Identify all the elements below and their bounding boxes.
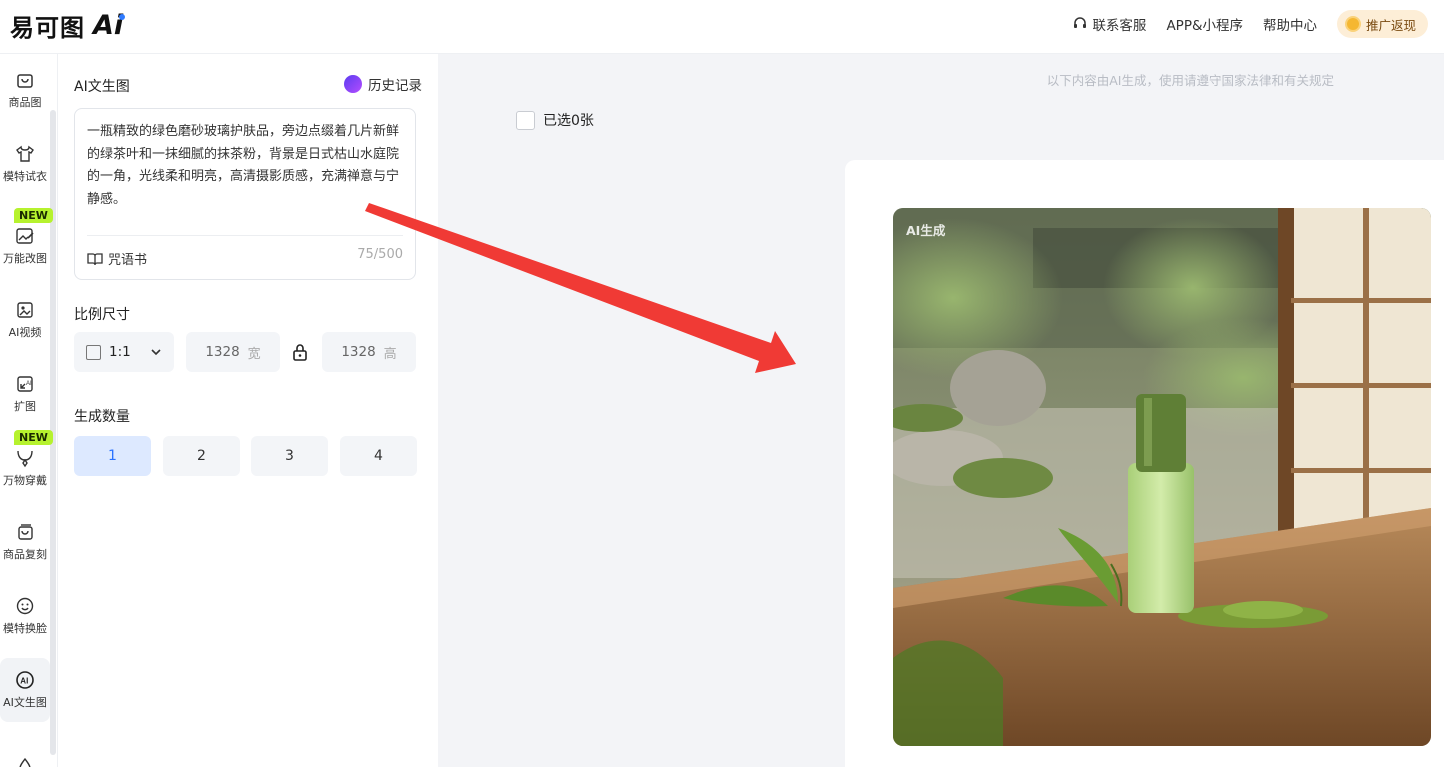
top-bar: 易可图 Ai 联系客服 APP&小程序 帮助中心 推广返现: [0, 0, 1444, 54]
sidebar-item-label: 商品复刻: [3, 548, 47, 561]
chevron-down-icon: [151, 349, 161, 356]
sidebar-item-label: 扩图: [14, 400, 36, 413]
sidebar-item-face-swap[interactable]: 模特换脸: [0, 584, 50, 648]
edit-image-icon: [16, 228, 34, 244]
height-input[interactable]: 1328 高: [322, 332, 416, 372]
sidebar-item-more[interactable]: [0, 734, 50, 767]
necklace-icon: [17, 450, 33, 468]
shirt-icon: [16, 145, 34, 162]
history-icon: [344, 75, 362, 93]
sidebar-item-label: AI文生图: [3, 696, 47, 709]
sidebar-item-product[interactable]: 商品图: [0, 58, 50, 122]
face-icon: [16, 597, 34, 615]
ai-notice: 以下内容由AI生成，使用请遵守国家法律和有关规定: [1046, 73, 1334, 88]
copy-bag-icon: [18, 524, 33, 540]
promo-button[interactable]: 推广返现: [1336, 10, 1428, 38]
sidebar-item-label: AI视频: [8, 326, 42, 339]
prompt-text[interactable]: 一瓶精致的绿色磨砂玻璃护肤品，旁边点缀着几片新鲜的绿茶叶和一抹细腻的抹茶粉，背景…: [87, 121, 405, 211]
history-button[interactable]: 历史记录: [344, 74, 422, 94]
coin-icon: [1344, 16, 1361, 32]
expand-icon: AI: [17, 376, 33, 392]
logo-ai: Ai: [93, 10, 126, 41]
square-ratio-icon: [86, 344, 101, 360]
sidebar-item-label: 模特换脸: [3, 622, 47, 635]
height-unit: 高: [383, 346, 397, 362]
top-nav: 联系客服 APP&小程序 帮助中心 推广返现: [1072, 10, 1428, 38]
generated-image[interactable]: AI生成: [893, 208, 1431, 746]
book-icon: [87, 252, 103, 265]
sidebar-item-wearables[interactable]: 万物穿戴: [0, 436, 50, 500]
sidebar-item-product-copy[interactable]: 商品复刻: [0, 510, 50, 574]
count-option-3[interactable]: 3: [251, 436, 328, 476]
width-unit: 宽: [247, 346, 261, 362]
promo-label: 推广返现: [1365, 17, 1416, 33]
divider: [87, 235, 403, 236]
support-label: 联系客服: [1092, 18, 1147, 34]
ratio-value: 1:1: [109, 344, 131, 360]
sidebar: 商品图 模特试衣 NEW 万能改图 AI视频 AI 扩图 NEW 万物穿戴 商品…: [0, 54, 58, 767]
app-label: APP&小程序: [1166, 18, 1243, 34]
support-link[interactable]: 联系客服: [1072, 14, 1146, 34]
video-icon: [17, 302, 33, 318]
selected-count: 已选0张: [543, 113, 594, 129]
sidebar-item-label: 万能改图: [3, 252, 47, 265]
result-card: AI生成: [845, 160, 1444, 767]
help-link[interactable]: 帮助中心: [1263, 14, 1317, 34]
ai-text-image-icon: AI: [16, 671, 34, 689]
height-value: 1328: [341, 344, 376, 360]
drop-icon: [19, 757, 31, 767]
history-label: 历史记录: [368, 78, 422, 94]
logo-text: 易可图: [10, 14, 85, 42]
headset-icon: [1074, 17, 1087, 28]
count-option-1[interactable]: 1: [74, 436, 151, 476]
count-option-4[interactable]: 4: [340, 436, 417, 476]
spellbook-button[interactable]: 咒语书: [87, 249, 147, 268]
ratio-label: 比例尺寸: [74, 307, 130, 323]
ratio-select[interactable]: 1:1: [74, 332, 174, 372]
bag-icon: [17, 74, 33, 88]
generation-panel: AI文生图 历史记录 一瓶精致的绿色磨砂玻璃护肤品，旁边点缀着几片新鲜的绿茶叶和…: [58, 54, 438, 767]
select-checkbox[interactable]: [516, 110, 535, 130]
select-all[interactable]: 已选0张: [516, 110, 594, 130]
count-label: 生成数量: [74, 409, 130, 425]
ai-generated-tag: AI生成: [906, 223, 946, 238]
svg-text:AI: AI: [20, 677, 28, 686]
sidebar-item-edit[interactable]: 万能改图: [0, 214, 50, 278]
sidebar-item-model-tryon[interactable]: 模特试衣: [0, 132, 50, 196]
spellbook-label: 咒语书: [108, 253, 148, 268]
svg-text:AI: AI: [26, 381, 32, 387]
sidebar-item-expand[interactable]: AI 扩图: [0, 362, 50, 426]
width-value: 1328: [205, 344, 240, 360]
app-link[interactable]: APP&小程序: [1166, 14, 1243, 34]
results-area: 以下内容由AI生成，使用请遵守国家法律和有关规定 已选0张 AI生成: [438, 54, 1444, 767]
sidebar-item-label: 模特试衣: [3, 170, 47, 183]
lock-icon[interactable]: [290, 342, 310, 362]
sidebar-item-ai-text-image[interactable]: AI AI文生图: [0, 658, 50, 722]
help-label: 帮助中心: [1262, 18, 1317, 34]
sidebar-item-label: 万物穿戴: [3, 474, 47, 487]
count-option-2[interactable]: 2: [163, 436, 240, 476]
product-photo: [893, 208, 1431, 746]
panel-title: AI文生图: [74, 79, 130, 95]
sidebar-item-label: 商品图: [8, 96, 42, 109]
prompt-input[interactable]: 一瓶精致的绿色磨砂玻璃护肤品，旁边点缀着几片新鲜的绿茶叶和一抹细腻的抹茶粉，背景…: [74, 108, 416, 280]
logo[interactable]: 易可图 Ai: [10, 8, 126, 43]
sidebar-item-ai-video[interactable]: AI视频: [0, 288, 50, 352]
width-input[interactable]: 1328 宽: [186, 332, 280, 372]
char-counter: 75/500: [357, 247, 403, 262]
